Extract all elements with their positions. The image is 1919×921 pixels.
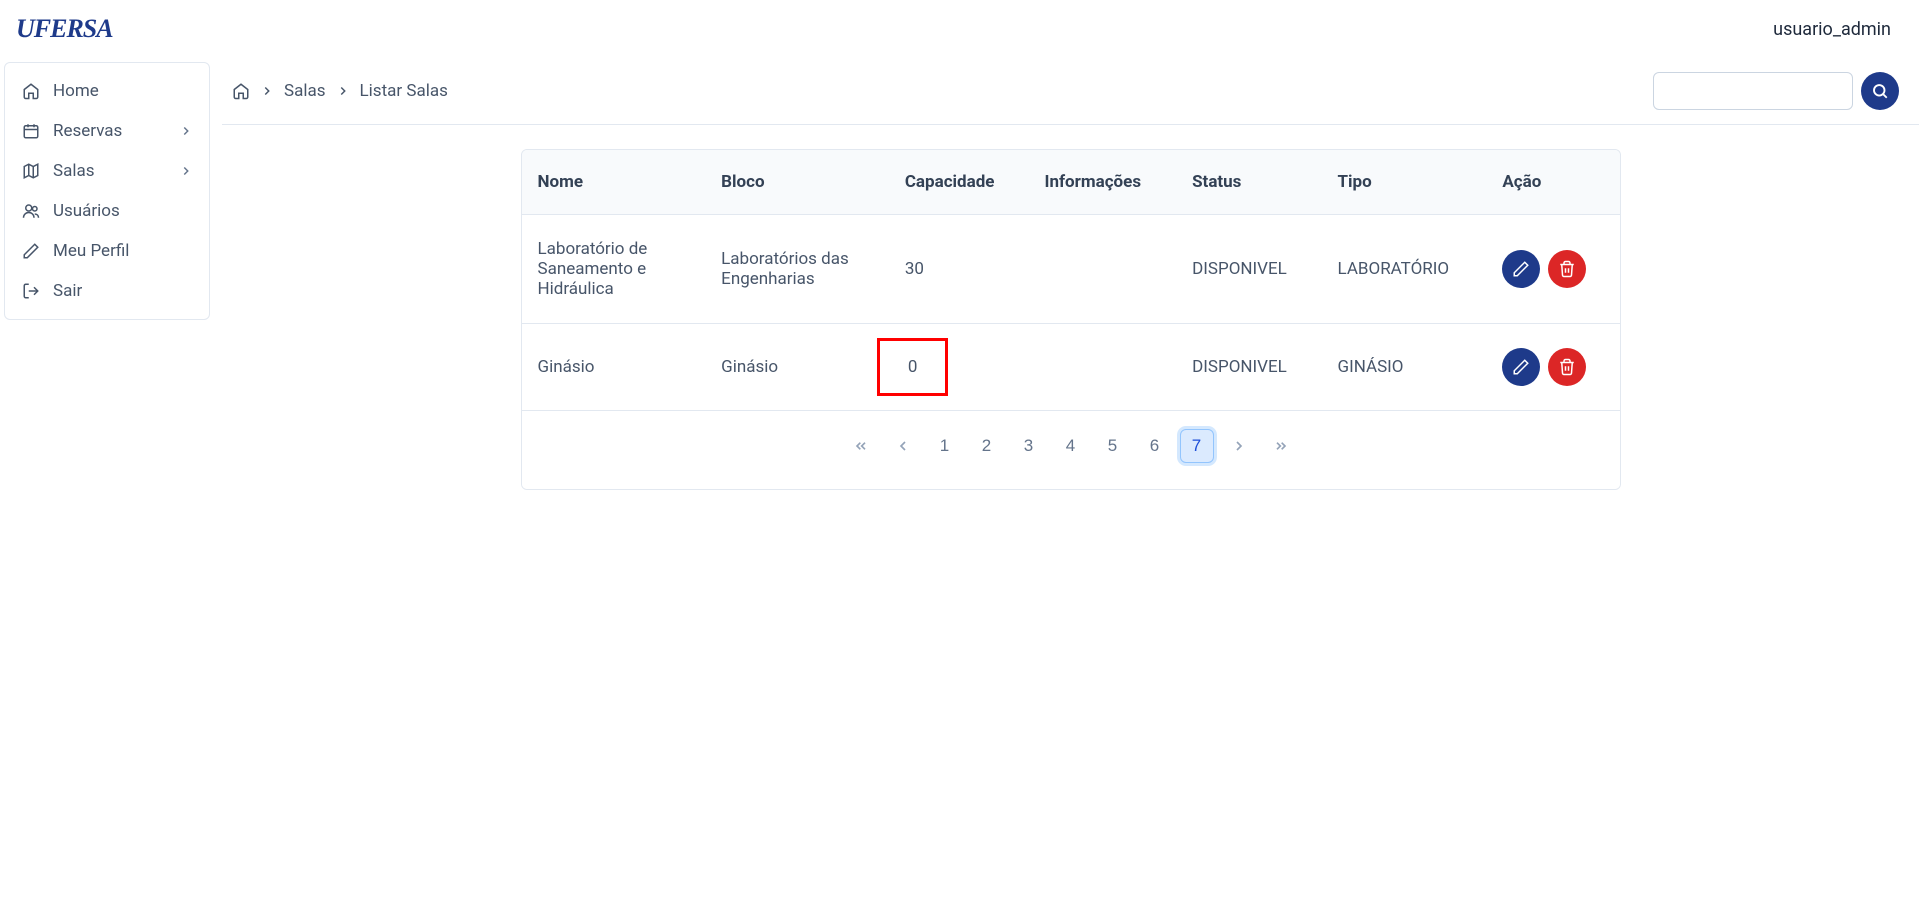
sidebar-item-reservas[interactable]: Reservas [5,111,209,151]
search-icon [1871,82,1889,100]
page-button-2[interactable]: 2 [970,429,1004,463]
table-row: Laboratório de Saneamento e HidráulicaLa… [522,215,1620,324]
sidebar-item-label: Salas [53,161,167,181]
sidebar-item-label: Meu Perfil [53,241,193,261]
page-button-5[interactable]: 5 [1096,429,1130,463]
page-button-1[interactable]: 1 [928,429,962,463]
trash-icon [1558,260,1576,278]
chevron-right-icon [179,164,193,178]
table-cell: DISPONIVEL [1176,215,1321,324]
home-icon[interactable] [232,82,250,100]
table-cell [1028,215,1176,324]
table-cell: Ginásio [522,324,706,411]
home-icon [21,82,41,100]
delete-button[interactable] [1548,348,1586,386]
actions-cell [1486,324,1619,411]
page-button-3[interactable]: 3 [1012,429,1046,463]
search-button[interactable] [1861,72,1899,110]
pagination: 1234567 [522,410,1620,489]
column-header: Ação [1486,150,1619,215]
sidebar-item-label: Reservas [53,121,167,141]
next-page-button-icon [1231,438,1247,454]
first-page-button-icon [853,438,869,454]
sidebar-item-home[interactable]: Home [5,71,209,111]
last-page-button-icon [1273,438,1289,454]
table-cell: Laboratório de Saneamento e Hidráulica [522,215,706,324]
sidebar-item-salas[interactable]: Salas [5,151,209,191]
sidebar-item-label: Home [53,81,193,101]
logo: UFERSA [16,14,113,44]
table-cell: 30 [889,215,1029,324]
calendar-icon [21,122,41,140]
sidebar-item-meu-perfil[interactable]: Meu Perfil [5,231,209,271]
delete-button[interactable] [1548,250,1586,288]
users-icon [21,202,41,220]
pencil-icon [21,242,41,260]
username-label[interactable]: usuario_admin [1773,19,1891,40]
sidebar-item-label: Sair [53,281,193,301]
sidebar-item-usuários[interactable]: Usuários [5,191,209,231]
page-button-4[interactable]: 4 [1054,429,1088,463]
table-cell: DISPONIVEL [1176,324,1321,411]
table-cell: 0 [889,324,1029,411]
actions-cell [1486,215,1619,324]
edit-button[interactable] [1502,348,1540,386]
table-cell [1028,324,1176,411]
table-row: GinásioGinásio0DISPONIVELGINÁSIO [522,324,1620,411]
column-header: Nome [522,150,706,215]
column-header: Status [1176,150,1321,215]
table-cell: GINÁSIO [1322,324,1487,411]
chevron-right-icon [179,124,193,138]
column-header: Informações [1028,150,1176,215]
map-icon [21,162,41,180]
chevron-right-icon [260,84,274,98]
pencil-icon [1512,260,1530,278]
table-cell: Ginásio [705,324,889,411]
chevron-right-icon [336,84,350,98]
breadcrumb-item[interactable]: Salas [284,81,326,101]
table-cell: Laboratórios das Engenharias [705,215,889,324]
table-cell: LABORATÓRIO [1322,215,1487,324]
pencil-icon [1512,358,1530,376]
search-input[interactable] [1653,72,1853,110]
breadcrumb: Salas Listar Salas [232,81,448,101]
sidebar-item-label: Usuários [53,201,193,221]
highlighted-value: 0 [877,338,949,396]
last-page-button[interactable] [1264,429,1298,463]
prev-page-button-icon [895,438,911,454]
edit-button[interactable] [1502,250,1540,288]
trash-icon [1558,358,1576,376]
table-panel: NomeBlocoCapacidadeInformaçõesStatusTipo… [521,149,1621,490]
sidebar: Home Reservas Salas Usuários Meu Perfil Sair [4,62,210,320]
page-button-7[interactable]: 7 [1180,429,1214,463]
column-header: Capacidade [889,150,1029,215]
prev-page-button[interactable] [886,429,920,463]
column-header: Tipo [1322,150,1487,215]
column-header: Bloco [705,150,889,215]
page-button-6[interactable]: 6 [1138,429,1172,463]
next-page-button[interactable] [1222,429,1256,463]
sidebar-item-sair[interactable]: Sair [5,271,209,311]
breadcrumb-current: Listar Salas [360,81,448,101]
first-page-button[interactable] [844,429,878,463]
logout-icon [21,282,41,300]
